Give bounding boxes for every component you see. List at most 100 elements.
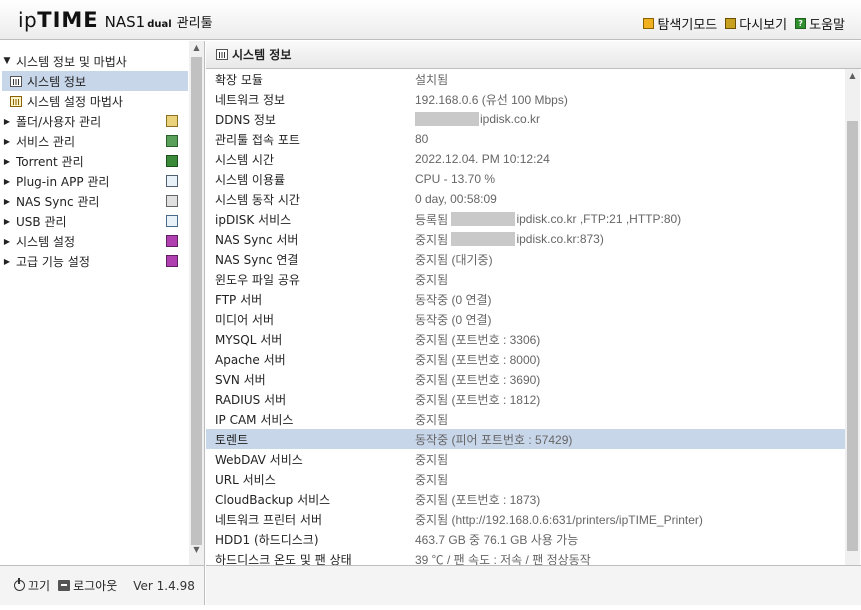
row-value: 중지됨 (포트번호 : 1873) xyxy=(415,492,541,507)
logo-ip: ip xyxy=(18,8,38,32)
collapse-arrow-icon[interactable]: ▶ xyxy=(2,157,12,166)
row-value: 동작중 (0 연결) xyxy=(415,292,492,307)
main-title-bar: 시스템 정보 xyxy=(206,41,861,69)
table-row: 하드디스크 온도 및 팬 상태 39 ℃ / 팬 속도 : 저속 / 팬 정상동… xyxy=(206,549,845,566)
table-row-highlighted[interactable]: 토렌트 동작중 (피어 포트번호 : 57429) xyxy=(206,429,845,449)
row-value: 동작중 (0 연결) xyxy=(415,312,492,327)
table-row: 시스템 동작 시간 0 day, 00:58:09 xyxy=(206,189,845,209)
scroll-up-icon[interactable]: ▲ xyxy=(845,69,860,83)
row-label: 미디어 서버 xyxy=(215,312,275,327)
collapse-arrow-icon[interactable]: ▶ xyxy=(2,237,12,246)
table-row: 확장 모듈 설치됨 xyxy=(206,69,845,89)
row-label: 토렌트 xyxy=(215,432,249,447)
explorer-mode-button[interactable]: 탐색기모드 xyxy=(643,14,717,33)
sidebar-item-system-info[interactable]: 시스템 정보 xyxy=(2,71,188,91)
row-label: MYSQL 서버 xyxy=(215,332,283,347)
row-value: 중지됨 (포트번호 : 1812) xyxy=(415,392,541,407)
folder-user-icon xyxy=(166,115,178,127)
sidebar-item-torrent[interactable]: ▶ Torrent 관리 xyxy=(2,151,188,171)
sidebar-item-label: 시스템 정보 및 마법사 xyxy=(16,54,127,69)
sidebar-item-setup-wizard[interactable]: 시스템 설정 마법사 xyxy=(2,91,188,111)
collapse-arrow-icon[interactable]: ▶ xyxy=(2,217,12,226)
row-value: 등록됨 ipdisk.co.kr ,FTP:21 ,HTTP:80) xyxy=(415,211,681,228)
collapse-arrow-icon[interactable]: ▶ xyxy=(2,117,12,126)
sidebar-item-label: 서비스 관리 xyxy=(16,134,76,149)
power-off-label: 끄기 xyxy=(28,579,51,593)
table-row: HDD1 (하드디스크) 463.7 GB 중 76.1 GB 사용 가능 xyxy=(206,529,845,549)
collapse-arrow-icon[interactable]: ▶ xyxy=(2,137,12,146)
table-row: DDNS 정보 ipdisk.co.kr xyxy=(206,109,845,129)
row-value: 192.168.0.6 (유선 100 Mbps) xyxy=(415,92,568,107)
logo-model: NAS1 xyxy=(104,13,146,31)
power-icon xyxy=(14,578,25,591)
logo-tool-label: 관리툴 xyxy=(176,16,213,31)
sidebar: ▼ 시스템 정보 및 마법사 시스템 정보 시스템 설정 마법사 ▶ 폴더/사용… xyxy=(0,41,205,565)
table-row: Apache 서버 중지됨 (포트번호 : 8000) xyxy=(206,349,845,369)
sidebar-item-usb[interactable]: ▶ USB 관리 xyxy=(2,211,188,231)
row-label: 하드디스크 온도 및 팬 상태 xyxy=(215,552,352,566)
row-label: 시스템 시간 xyxy=(215,152,275,167)
row-label: DDNS 정보 xyxy=(215,112,276,127)
row-label: RADIUS 서버 xyxy=(215,392,287,407)
sidebar-item-nas-sync[interactable]: ▶ NAS Sync 관리 xyxy=(2,191,188,211)
row-value: 중지됨 xyxy=(415,452,449,467)
row-label: 윈도우 파일 공유 xyxy=(215,272,300,287)
refresh-icon xyxy=(725,18,737,29)
sidebar-item-service[interactable]: ▶ 서비스 관리 xyxy=(2,131,188,151)
collapse-arrow-icon[interactable]: ▶ xyxy=(2,177,12,186)
table-row: MYSQL 서버 중지됨 (포트번호 : 3306) xyxy=(206,329,845,349)
table-row: RADIUS 서버 중지됨 (포트번호 : 1812) xyxy=(206,389,845,409)
sidebar-footer: 끄기 로그아웃 Ver 1.4.98 xyxy=(0,565,205,605)
collapse-arrow-icon[interactable]: ▶ xyxy=(2,197,12,206)
row-label: IP CAM 서비스 xyxy=(215,412,294,427)
sidebar-item-label: Torrent 관리 xyxy=(16,154,84,169)
power-off-button[interactable]: 끄기 xyxy=(14,577,50,594)
row-value-status: 등록됨 xyxy=(415,212,449,227)
sidebar-item-folder-user[interactable]: ▶ 폴더/사용자 관리 xyxy=(2,111,188,131)
scroll-down-icon[interactable]: ▼ xyxy=(189,543,204,557)
row-value: 중지됨 xyxy=(415,472,449,487)
help-button[interactable]: ? 도움말 xyxy=(795,14,845,33)
sidebar-item-plugin[interactable]: ▶ Plug-in APP 관리 xyxy=(2,171,188,191)
row-value: 중지됨 (대기중) xyxy=(415,252,493,267)
sidebar-item-label: 폴더/사용자 관리 xyxy=(16,114,102,129)
table-row: WebDAV 서비스 중지됨 xyxy=(206,449,845,469)
table-row: 네트워크 프린터 서버 중지됨 (http://192.168.0.6:631/… xyxy=(206,509,845,529)
main-footer-bar xyxy=(206,565,861,605)
sidebar-item-system-settings[interactable]: ▶ 시스템 설정 xyxy=(2,231,188,251)
logout-icon xyxy=(58,580,71,591)
logo-dual: dual xyxy=(147,19,172,30)
logout-button[interactable]: 로그아웃 xyxy=(58,577,117,594)
main-scroll-thumb[interactable] xyxy=(847,121,858,551)
table-row: CloudBackup 서비스 중지됨 (포트번호 : 1873) xyxy=(206,489,845,509)
row-label: FTP 서버 xyxy=(215,292,263,307)
expand-arrow-icon[interactable]: ▼ xyxy=(2,56,12,66)
row-label: URL 서비스 xyxy=(215,472,276,487)
advanced-settings-icon xyxy=(166,255,178,267)
row-label: NAS Sync 연결 xyxy=(215,252,299,267)
sidebar-item-system-info-wizard[interactable]: ▼ 시스템 정보 및 마법사 xyxy=(2,51,188,71)
nav-tree: ▼ 시스템 정보 및 마법사 시스템 정보 시스템 설정 마법사 ▶ 폴더/사용… xyxy=(0,41,189,565)
main-scrollbar[interactable]: ▲ xyxy=(845,69,860,565)
collapse-arrow-icon[interactable]: ▶ xyxy=(2,257,12,266)
row-label: ipDISK 서비스 xyxy=(215,212,292,227)
sidebar-item-advanced[interactable]: ▶ 고급 기능 설정 xyxy=(2,251,188,271)
redacted-block xyxy=(451,232,516,246)
sidebar-item-label: 시스템 설정 xyxy=(16,234,76,249)
refresh-button[interactable]: 다시보기 xyxy=(725,14,787,33)
system-info-icon xyxy=(10,75,22,87)
row-label: 네트워크 정보 xyxy=(215,92,286,107)
row-value: 설치됨 xyxy=(415,72,449,87)
redacted-block xyxy=(451,212,516,226)
row-value-text: ipdisk.co.kr:873) xyxy=(516,232,604,246)
row-value: 463.7 GB 중 76.1 GB 사용 가능 xyxy=(415,532,579,547)
sidebar-scrollbar[interactable]: ▲ ▼ xyxy=(189,41,204,565)
row-label: CloudBackup 서비스 xyxy=(215,492,331,507)
sidebar-item-label: USB 관리 xyxy=(16,214,67,229)
row-label: SVN 서버 xyxy=(215,372,266,387)
sidebar-item-label: 고급 기능 설정 xyxy=(16,254,90,269)
sidebar-scroll-thumb[interactable] xyxy=(191,57,202,545)
scroll-up-icon[interactable]: ▲ xyxy=(189,41,204,55)
row-value: 중지됨 (포트번호 : 3690) xyxy=(415,372,541,387)
row-value: 2022.12.04. PM 10:12:24 xyxy=(415,152,550,166)
